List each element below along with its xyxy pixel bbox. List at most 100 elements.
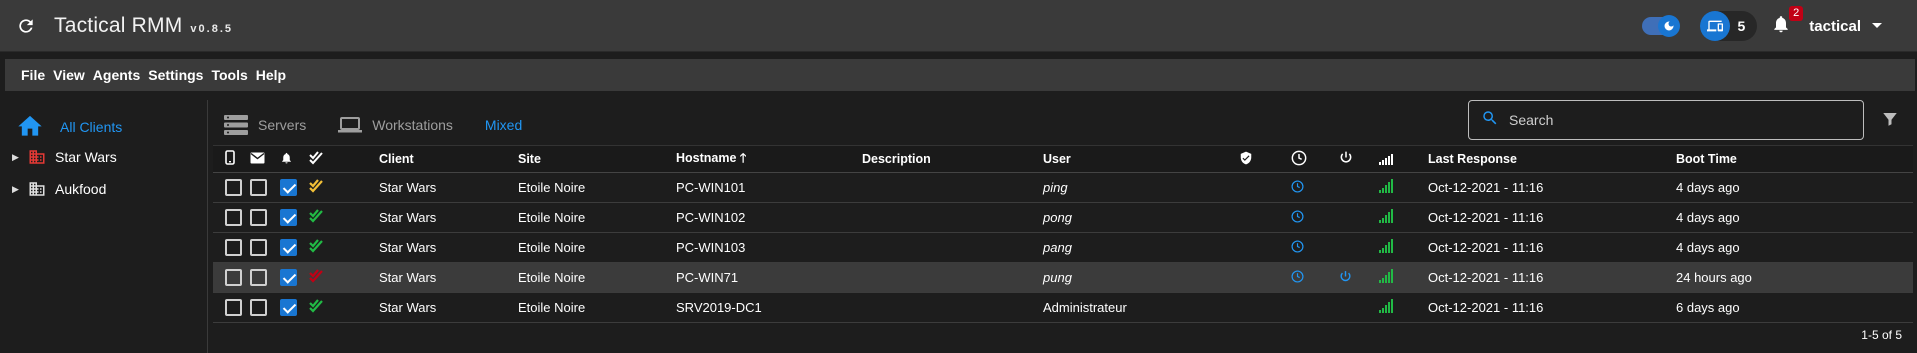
- mobile-checkbox[interactable]: [225, 209, 242, 227]
- col-last-response[interactable]: Last Response: [1428, 145, 1676, 173]
- menu-file[interactable]: File: [21, 67, 45, 83]
- alert-checkbox[interactable]: [280, 269, 297, 287]
- email-checkbox[interactable]: [250, 209, 267, 227]
- col-hostname[interactable]: Hostname 🡑: [676, 145, 862, 173]
- cell-description: [862, 292, 1043, 323]
- cell-boot-time: 6 days ago: [1676, 292, 1913, 323]
- cell-site: Etoile Noire: [518, 202, 676, 233]
- all-clients-label: All Clients: [60, 118, 123, 135]
- menu-view[interactable]: View: [53, 67, 85, 83]
- col-client[interactable]: Client: [379, 145, 518, 173]
- double-check-icon: [309, 150, 324, 168]
- tree-client-aukfood[interactable]: ▶ Aukfood: [12, 180, 106, 198]
- mobile-checkbox[interactable]: [225, 239, 242, 257]
- menu-agents[interactable]: Agents: [93, 67, 140, 83]
- cell-availability: [1379, 262, 1428, 293]
- cell-availability: [1379, 232, 1428, 263]
- client-tree: All Clients ▶ Star Wars ▶ Aukfood: [0, 100, 208, 353]
- moon-icon: [1657, 15, 1680, 37]
- table-row[interactable]: Star Wars Etoile Noire SRV2019-DC1 Administ…: [213, 292, 1913, 323]
- tab-servers[interactable]: Servers: [224, 106, 306, 144]
- alert-checkbox[interactable]: [280, 179, 297, 197]
- cell-user: pung: [1043, 262, 1239, 293]
- tree-client-label: Aukfood: [55, 181, 107, 197]
- col-reboot[interactable]: [1339, 145, 1379, 173]
- col-user[interactable]: User: [1043, 145, 1239, 173]
- col-availability[interactable]: [1379, 145, 1428, 173]
- col-site[interactable]: Site: [518, 145, 676, 173]
- col-hostname-label: Hostname: [676, 150, 737, 165]
- cell-last-response: Oct-12-2021 - 11:16: [1428, 262, 1676, 293]
- cell-client: Star Wars: [379, 172, 518, 203]
- check-status-icon: [309, 239, 324, 256]
- cell-maintenance: [1291, 172, 1339, 203]
- signal-icon: [1379, 239, 1393, 253]
- mobile-checkbox[interactable]: [225, 269, 242, 287]
- tree-client-label: Star Wars: [55, 149, 117, 165]
- home-icon: [16, 112, 44, 141]
- top-toolbar: Tactical RMM v0.8.5 5 2 tactical: [0, 0, 1917, 52]
- col-boot-time[interactable]: Boot Time: [1676, 145, 1913, 173]
- arrow-up-icon: 🡑: [739, 150, 747, 165]
- table-row[interactable]: Star Wars Etoile Noire PC-WIN103 pang Oct-12…: [213, 232, 1913, 263]
- email-checkbox[interactable]: [250, 239, 267, 257]
- cell-client: Star Wars: [379, 202, 518, 233]
- cell-client: Star Wars: [379, 292, 518, 323]
- refresh-icon[interactable]: [12, 12, 40, 40]
- search-input[interactable]: [1509, 112, 1829, 128]
- cell-last-response: Oct-12-2021 - 11:16: [1428, 172, 1676, 203]
- cell-availability: [1379, 172, 1428, 203]
- power-icon: [1339, 151, 1353, 168]
- chevron-down-icon[interactable]: [1871, 17, 1883, 35]
- alerts-button[interactable]: 2: [1767, 6, 1804, 41]
- cell-patches: [1239, 292, 1291, 323]
- menu-settings[interactable]: Settings: [148, 67, 203, 83]
- cell-hostname: PC-WIN101: [676, 172, 862, 203]
- menu-tools[interactable]: Tools: [211, 67, 247, 83]
- email-checkbox[interactable]: [250, 269, 267, 287]
- menu-help[interactable]: Help: [256, 67, 286, 83]
- col-alerts[interactable]: [280, 145, 309, 173]
- expand-arrow-icon[interactable]: ▶: [12, 152, 22, 163]
- cell-patches: [1239, 262, 1291, 293]
- pagination-info: 1-5 of 5: [1861, 328, 1902, 342]
- alert-checkbox[interactable]: [280, 239, 297, 257]
- table-row[interactable]: Star Wars Etoile Noire PC-WIN102 pong Oct-12…: [213, 202, 1913, 233]
- laptop-icon: [338, 116, 363, 134]
- email-checkbox[interactable]: [250, 299, 267, 317]
- table-row[interactable]: Star Wars Etoile Noire PC-WIN71 pung Oct-12-…: [213, 262, 1913, 293]
- col-patches[interactable]: [1239, 145, 1291, 173]
- col-device-type[interactable]: [213, 145, 250, 173]
- col-checks[interactable]: [309, 145, 379, 173]
- col-description[interactable]: Description: [862, 145, 1043, 173]
- table-row[interactable]: Star Wars Etoile Noire PC-WIN101 ping Oct-12…: [213, 172, 1913, 203]
- agent-count-button[interactable]: 5: [1699, 11, 1758, 41]
- col-email[interactable]: [250, 145, 280, 173]
- col-maintenance[interactable]: [1291, 145, 1339, 173]
- signal-icon: [1379, 299, 1393, 313]
- cell-user: Administrateur: [1043, 292, 1239, 323]
- signal-icon: [1379, 151, 1393, 165]
- alert-checkbox[interactable]: [280, 299, 297, 317]
- cell-description: [862, 202, 1043, 233]
- check-status-icon: [309, 209, 324, 226]
- user-menu[interactable]: tactical: [1809, 18, 1861, 35]
- cell-description: [862, 262, 1043, 293]
- email-checkbox[interactable]: [250, 179, 267, 197]
- cell-hostname: PC-WIN102: [676, 202, 862, 233]
- cell-site: Etoile Noire: [518, 172, 676, 203]
- mobile-checkbox[interactable]: [225, 299, 242, 317]
- power-icon[interactable]: [1339, 270, 1352, 286]
- tree-client-star-wars[interactable]: ▶ Star Wars: [12, 148, 117, 166]
- tab-workstations[interactable]: Workstations: [338, 106, 453, 144]
- all-clients-node[interactable]: All Clients: [16, 112, 122, 141]
- filter-icon[interactable]: [1881, 110, 1899, 133]
- table-header-row: Client Site Hostname 🡑 Description User …: [213, 145, 1913, 173]
- alert-checkbox[interactable]: [280, 209, 297, 227]
- dark-mode-toggle[interactable]: [1641, 15, 1680, 37]
- cell-user: ping: [1043, 172, 1239, 203]
- search-box[interactable]: [1468, 100, 1864, 140]
- tab-mixed[interactable]: Mixed: [484, 106, 523, 148]
- expand-arrow-icon[interactable]: ▶: [12, 184, 22, 195]
- mobile-checkbox[interactable]: [225, 179, 242, 197]
